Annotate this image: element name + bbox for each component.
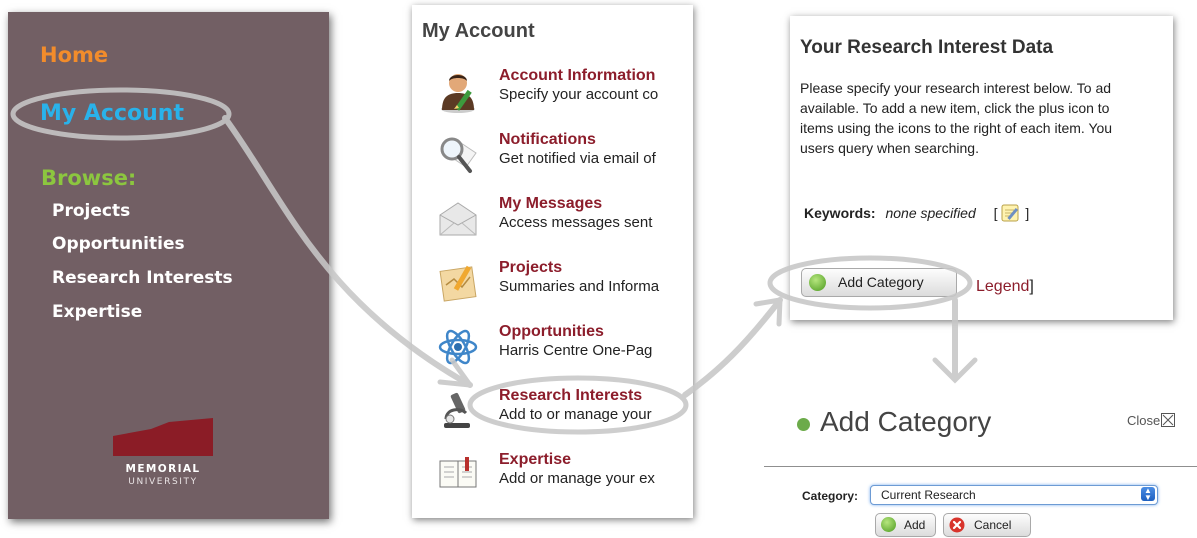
account-item-title[interactable]: Notifications [499,131,596,149]
plus-circle-icon [881,517,896,532]
account-item-desc: Harris Centre One-Pag [499,342,653,359]
magnifier-icon [440,137,477,173]
keywords-value: none specified [885,205,976,221]
instructions-line: users query when searching. [800,140,979,156]
add-category-button[interactable]: Add Category [801,268,957,297]
account-item-account-information[interactable]: Account Information Specify your account… [412,67,693,127]
account-item-title[interactable]: Research Interests [499,387,642,405]
account-item-title[interactable]: Projects [499,259,562,277]
logo-line2: UNIVERSITY [128,477,197,487]
account-item-expertise[interactable]: Expertise Add or manage your ex [412,451,693,511]
account-item-research-interests[interactable]: Research Interests Add to or manage your [412,387,693,447]
account-item-title[interactable]: My Messages [499,195,602,213]
page-title: My Account [422,20,535,42]
book-icon [439,457,477,488]
close-icon [1161,413,1176,427]
atom-icon [438,329,478,365]
category-label: Category: [802,489,859,503]
account-item-desc: Add to or manage your [499,406,652,423]
account-item-projects[interactable]: Projects Summaries and Informa [412,259,693,319]
map-pencil-icon [439,265,477,302]
category-select[interactable]: Current Research ▲ ▼ [870,485,1158,505]
instructions-line: available. To add a new item, click the … [800,100,1110,116]
account-item-opportunities[interactable]: Opportunities Harris Centre One-Pag [412,323,693,383]
add-button-label: Add [904,518,926,532]
arrowhead [932,357,978,384]
my-account-panel: My Account Account Information Specify y… [412,5,693,518]
envelope-icon [439,202,477,236]
close-label: Close [1127,413,1161,428]
close-button[interactable]: Close [1127,413,1176,428]
account-item-notifications[interactable]: Notifications Get notified via email of [412,131,693,191]
edit-notepad-icon[interactable] [1001,204,1021,222]
account-item-title[interactable]: Opportunities [499,323,604,341]
arrowhead [753,297,783,327]
category-select-value: Current Research [881,488,976,502]
nav-projects[interactable]: Projects [52,201,130,221]
plus-circle-icon [809,274,826,291]
bracket-open: [ [993,205,998,221]
browse-heading: Browse: [41,166,137,190]
keywords-label: Keywords: [804,205,876,221]
nav-expertise[interactable]: Expertise [52,302,142,322]
bullet-dot-icon [797,418,810,431]
cancel-x-icon [949,517,965,533]
add-category-label: Add Category [838,274,924,290]
logo-line1: MEMORIAL [125,463,200,475]
instructions-text: Please specify your research interest be… [800,78,1173,158]
account-item-desc: Add or manage your ex [499,470,655,487]
divider [764,466,1197,467]
sidebar-panel: Home My Account Browse: Projects Opportu… [8,12,329,519]
account-item-desc: Summaries and Informa [499,278,660,295]
cancel-button-label: Cancel [974,518,1012,532]
memorial-university-logo: MEMORIAL UNIVERSITY [113,418,213,487]
nav-my-account[interactable]: My Account [40,101,184,126]
legend-link-row: Legend] [976,278,1034,296]
nav-opportunities[interactable]: Opportunities [52,234,185,254]
bracket-close: ] [1025,205,1030,221]
add-category-dialog: Add Category Close Category: Current Res… [764,400,1197,538]
legend-bracket: ] [1029,278,1034,295]
dialog-title: Add Category [820,406,992,437]
keywords-row: Keywords: none specified [ ] [804,204,1029,222]
account-item-desc: Get notified via email of [499,150,656,167]
instructions-line: items using the icons to the right of ea… [800,120,1113,136]
research-interest-panel: Your Research Interest Data Please speci… [790,16,1173,320]
nav-home[interactable]: Home [40,43,108,67]
microscope-icon [444,392,470,428]
instructions-line: Please specify your research interest be… [800,80,1112,96]
account-item-my-messages[interactable]: My Messages Access messages sent [412,195,693,255]
user-pencil-icon [441,74,475,113]
account-item-desc: Access messages sent [499,214,653,231]
cancel-button[interactable]: Cancel [943,513,1031,537]
nav-research-interests[interactable]: Research Interests [52,268,233,288]
page-title: Your Research Interest Data [800,37,1054,58]
account-item-title[interactable]: Expertise [499,451,571,469]
account-item-title[interactable]: Account Information [499,67,655,85]
add-button[interactable]: Add [875,513,936,537]
pointer-arrow [682,297,783,398]
account-item-desc: Specify your account co [499,86,659,103]
legend-link[interactable]: Legend [976,278,1029,295]
select-arrows-icon: ▲ ▼ [1141,487,1155,502]
